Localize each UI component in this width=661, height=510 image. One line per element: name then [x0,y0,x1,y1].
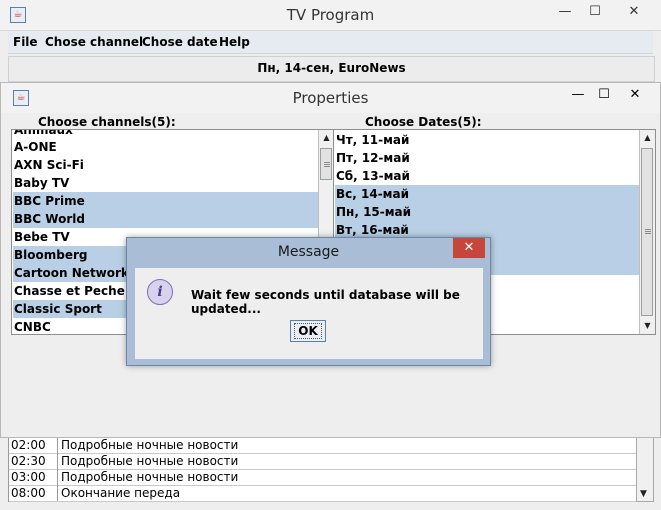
properties-maximize-button[interactable]: ☐ [591,85,617,105]
properties-minimize-button[interactable]: — [565,85,591,105]
ok-button[interactable]: OK [290,320,326,342]
list-item[interactable]: Baby TV [13,174,318,192]
list-item[interactable]: Сб, 13-май [335,167,639,185]
program-time: 02:00 [11,438,46,452]
dates-scrollbar[interactable]: ▲ ▼ [639,130,655,334]
program-title: Подробные ночные новости [61,438,239,452]
program-time: 02:30 [11,454,46,468]
message-title: Message [277,244,340,260]
message-text: Wait few seconds until database will be … [191,288,460,316]
program-time: 08:00 [11,486,46,500]
program-title: Подробные ночные новости [61,454,239,468]
message-dialog: Message ✕ i Wait few seconds until datab… [126,237,491,366]
list-item[interactable]: Пт, 12-май [335,149,639,167]
list-item[interactable]: AXN Sci-Fi [13,156,318,174]
menu-chose-channel[interactable]: Chose channel [45,35,143,49]
list-item-selected[interactable]: Вс, 14-май [335,185,639,203]
scroll-up-arrow-icon[interactable]: ▲ [640,130,655,146]
column-divider [57,453,58,469]
menu-help[interactable]: Help [219,35,250,49]
table-row[interactable]: 03:00 Подробные ночные новости [9,469,636,486]
menu-bar: File Chose channel Chose date Help [8,31,653,54]
program-table[interactable]: 02:00 Подробные ночные новости 02:30 Под… [8,436,638,502]
list-item[interactable]: Чт, 11-май [335,131,639,149]
scroll-down-arrow-icon[interactable]: ▼ [640,489,647,499]
table-row[interactable]: 02:00 Подробные ночные новости [9,437,636,454]
message-close-button[interactable]: ✕ [453,238,485,258]
ok-button-label: OK [298,324,318,338]
table-row[interactable]: 08:00 Окончание переда [9,485,636,502]
maximize-button[interactable]: ☐ [580,2,610,22]
scroll-up-arrow-icon[interactable]: ▲ [319,130,334,146]
minimize-button[interactable]: — [550,2,580,22]
column-divider [57,437,58,453]
list-item[interactable]: A-ONE [13,138,318,156]
program-title: Подробные ночные новости [61,470,239,484]
list-item-selected[interactable]: BBC World [13,210,318,228]
close-button[interactable]: ✕ [612,2,656,22]
current-channel-status: Пн, 14-сен, EuroNews [8,56,655,82]
info-icon: i [147,279,173,305]
menu-file[interactable]: File [13,35,38,49]
list-item-selected[interactable]: BBC Prime [13,192,318,210]
main-titlebar[interactable]: ☕ TV Program — ☐ ✕ [0,0,661,31]
program-table-scrollbar[interactable]: ▼ [636,436,654,502]
table-row[interactable]: 02:30 Подробные ночные новости [9,453,636,470]
channels-label: Choose channels(5): [38,115,176,129]
column-divider [57,469,58,485]
properties-titlebar[interactable]: ☕ Properties — ☐ ✕ [1,83,660,113]
properties-title: Properties [292,89,369,107]
program-time: 03:00 [11,470,46,484]
scroll-thumb[interactable] [641,148,653,316]
status-text: Пн, 14-сен, EuroNews [257,61,406,75]
properties-close-button[interactable]: ✕ [615,85,655,105]
program-title: Окончание переда [61,486,181,500]
message-titlebar[interactable]: Message ✕ [127,238,490,266]
scroll-down-arrow-icon[interactable]: ▼ [640,318,655,334]
list-item-selected[interactable]: Пн, 15-май [335,203,639,221]
column-divider [57,485,58,501]
dates-label: Choose Dates(5): [365,115,482,129]
message-body: i Wait few seconds until database will b… [135,268,483,359]
menu-chose-date[interactable]: Chose date [142,35,218,49]
scroll-thumb[interactable] [320,148,332,180]
